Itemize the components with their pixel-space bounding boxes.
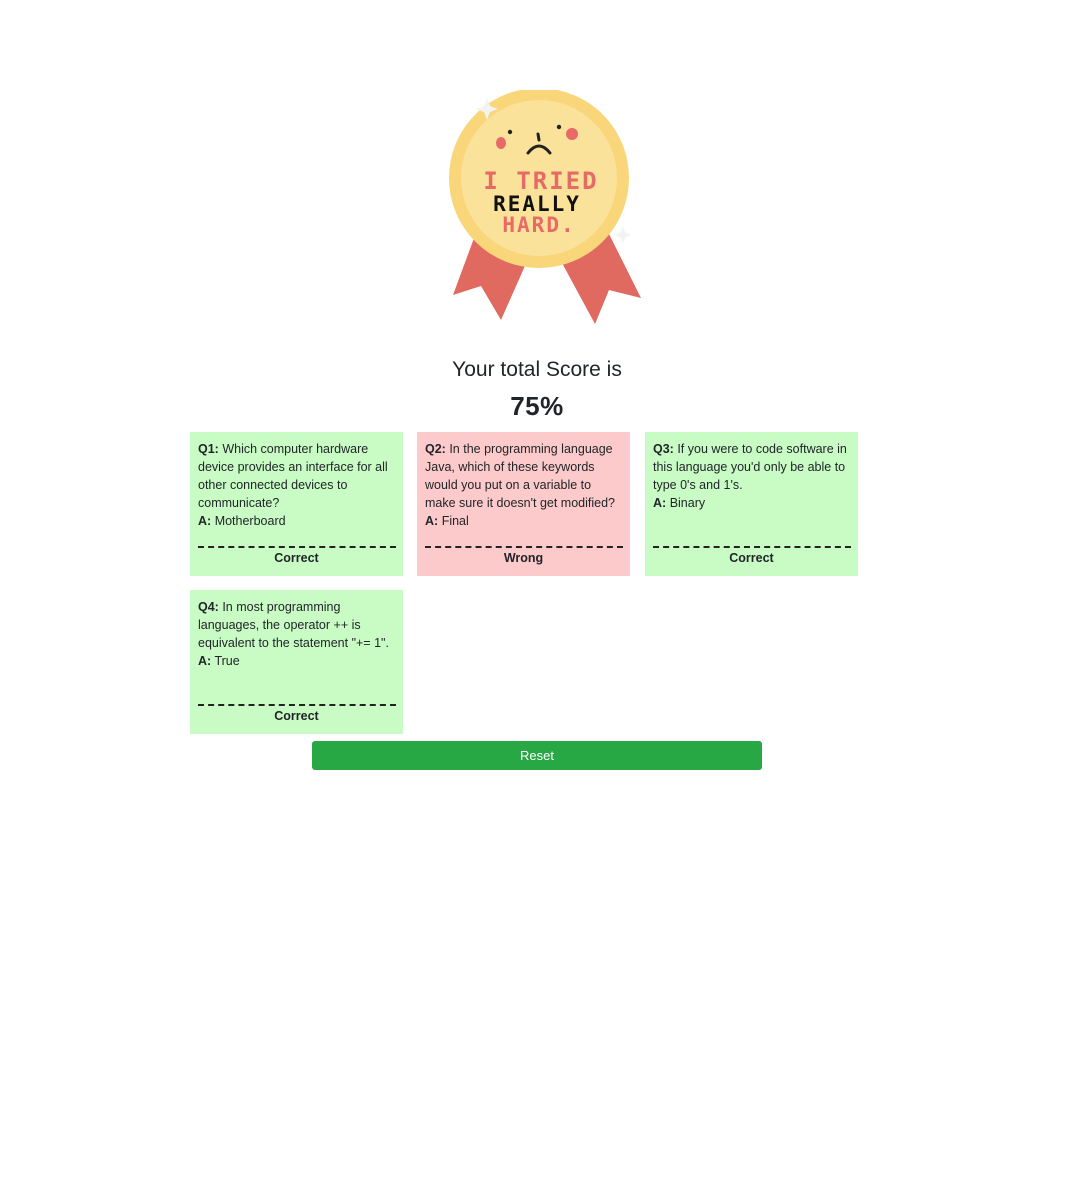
question-label: Q3: [653,442,674,456]
card-body: Q2: In the programming language Java, wh… [425,440,622,546]
answer-text: Final [441,514,469,528]
answer-text: Binary [669,496,706,510]
answer-label: A: [425,514,439,528]
question-label: Q2: [425,442,446,456]
question-label: Q4: [198,600,219,614]
answer-text: Motherboard [214,514,286,528]
question-label: Q1: [198,442,219,456]
question-card-2: Q2: In the programming language Java, wh… [417,432,630,576]
question-card-4: Q4: In most programming languages, the o… [190,590,403,734]
dashed-divider [653,546,851,548]
question-card-1: Q1: Which computer hardware device provi… [190,432,403,576]
score-value: 75% [510,391,564,421]
card-body: Q3: If you were to code software in this… [653,440,850,546]
dashed-divider [198,546,396,548]
medal-image: I TRIED REALLY HARD. [437,90,651,330]
card-body: Q4: In most programming languages, the o… [198,598,395,704]
verdict-label: Correct [274,709,319,723]
answer-label: A: [198,514,212,528]
question-text: If you were to code software in this lan… [653,442,847,492]
medal-line-1: I TRIED [483,167,598,195]
question-text: In most programming languages, the opera… [198,600,389,650]
question-text: Which computer hardware device provides … [198,442,388,510]
question-text: In the programming language Java, which … [425,442,615,510]
card-body: Q1: Which computer hardware device provi… [198,440,395,546]
verdict-label: Correct [274,551,319,565]
medal-line-3: HARD. [502,213,575,237]
answer-text: True [214,654,240,668]
score-title: Your total Score is [452,358,622,381]
answer-label: A: [653,496,667,510]
results-page: I TRIED REALLY HARD. Your total Score is… [0,0,1074,1200]
question-card-3: Q3: If you were to code software in this… [645,432,858,576]
reset-button[interactable]: Reset [312,741,762,770]
verdict-label: Wrong [503,551,544,565]
dashed-divider [425,546,623,548]
verdict-label: Correct [729,551,774,565]
answer-label: A: [198,654,212,668]
dashed-divider [198,704,396,706]
